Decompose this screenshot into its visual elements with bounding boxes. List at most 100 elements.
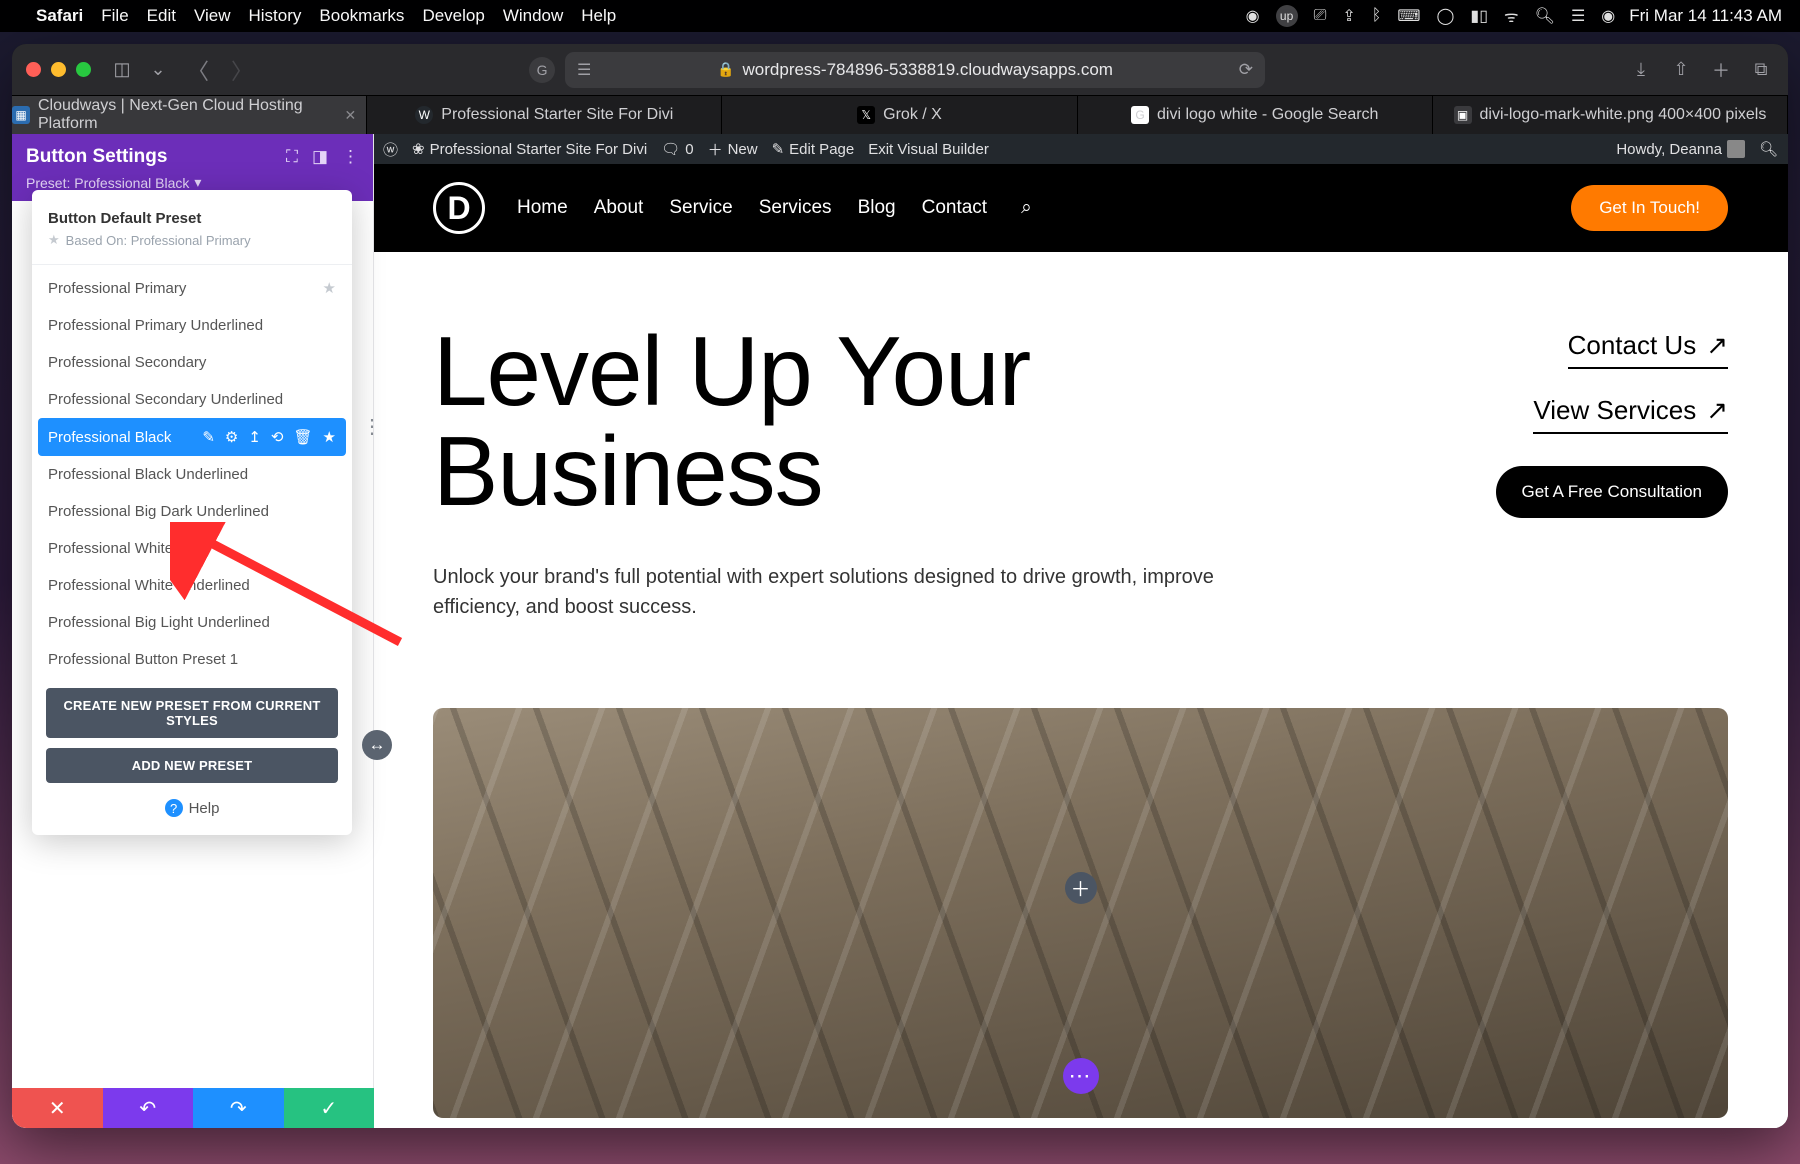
help-link[interactable]: ?Help [32, 799, 352, 817]
dock-icon[interactable]: ◨ [312, 147, 328, 167]
menu-history[interactable]: History [249, 6, 302, 26]
wp-site-name[interactable]: ❀Professional Starter Site For Divi [412, 140, 647, 158]
add-section-button[interactable]: ＋ [1065, 872, 1097, 904]
back-button[interactable]: 〈 [181, 54, 215, 86]
airdrop-icon[interactable]: ⇪ [1342, 6, 1355, 26]
menu-view[interactable]: View [194, 6, 231, 26]
edit-icon[interactable]: ✎ [202, 428, 215, 446]
ellipsis-icon[interactable]: ⋮ [362, 414, 382, 439]
upwork-icon[interactable]: up [1276, 5, 1298, 27]
nav-search-icon[interactable]: ⌕ [1021, 197, 1032, 219]
bluetooth-icon[interactable]: ᛒ [1372, 7, 1382, 25]
tab-group-chevron-icon[interactable]: ⌄ [145, 57, 171, 83]
preset-row[interactable]: Professional Black Underlined [32, 456, 352, 493]
forward-button[interactable]: 〉 [225, 54, 259, 86]
window-zoom-button[interactable] [76, 62, 91, 77]
tab-starter-site[interactable]: W Professional Starter Site For Divi [367, 96, 722, 134]
tab-google-search[interactable]: G divi logo white - Google Search [1078, 96, 1433, 134]
add-preset-button[interactable]: ADD NEW PRESET [46, 748, 338, 783]
preset-row[interactable]: Professional Secondary [32, 344, 352, 381]
star-fill-icon[interactable]: ★ [323, 428, 336, 446]
nav-service[interactable]: Service [669, 197, 732, 219]
battery-icon[interactable]: ▮▯ [1470, 6, 1488, 26]
nav-blog[interactable]: Blog [858, 197, 896, 219]
wp-edit-page[interactable]: ✎Edit Page [772, 140, 855, 158]
nav-about[interactable]: About [594, 197, 644, 219]
trash-icon[interactable]: 🗑 [294, 428, 313, 446]
spotlight-icon[interactable]: 🔍︎ [1535, 6, 1555, 26]
more-icon[interactable]: ⋮ [342, 147, 359, 167]
nav-services[interactable]: Services [759, 197, 832, 219]
address-bar[interactable]: ☰ 🔒 wordpress-784896-5338819.cloudwaysap… [565, 52, 1265, 88]
wp-exit-vb[interactable]: Exit Visual Builder [868, 141, 989, 158]
downloads-icon[interactable]: ⤓ [1628, 57, 1654, 83]
extension-grammarly-icon[interactable]: G [529, 57, 555, 83]
gear-icon[interactable]: ⚙ [225, 428, 238, 446]
preset-row[interactable]: Professional Primary Underlined [32, 307, 352, 344]
builder-more-button[interactable]: ⋯ [1063, 1058, 1099, 1094]
nav-home[interactable]: Home [517, 197, 568, 219]
menu-bookmarks[interactable]: Bookmarks [319, 6, 404, 26]
preset-row[interactable]: Professional White Underlined [32, 567, 352, 604]
focus-icon[interactable]: ⛶ [286, 147, 298, 167]
wp-comments[interactable]: 🗨0 [661, 140, 693, 158]
preset-row[interactable]: Professional Button Preset 1 [32, 641, 352, 678]
nav-contact[interactable]: Contact [922, 197, 987, 219]
flower-icon: ❀ [412, 140, 425, 158]
tab-divi-logo-png[interactable]: ▣ divi-logo-mark-white.png 400×400 pixel… [1433, 96, 1788, 134]
preset-row[interactable]: Professional White [32, 530, 352, 567]
restore-icon[interactable]: ⟲ [271, 428, 284, 446]
reader-mode-icon[interactable]: ☰ [577, 60, 591, 80]
wp-search-icon[interactable]: 🔍︎ [1759, 140, 1778, 158]
discard-button[interactable]: ✕ [12, 1088, 103, 1128]
screen-mirroring-icon[interactable]: ⎚ [1314, 7, 1327, 25]
record-status-icon[interactable]: ◉ [1246, 6, 1260, 26]
site-logo[interactable]: D [433, 182, 485, 234]
free-consultation-button[interactable]: Get A Free Consultation [1496, 466, 1729, 518]
default-preset-row[interactable]: Button Default Preset ★Based On: Profess… [32, 204, 352, 254]
wp-new[interactable]: ＋New [708, 139, 758, 160]
preset-selector[interactable]: Preset: Professional Black▾ [26, 174, 359, 191]
menu-edit[interactable]: Edit [147, 6, 176, 26]
menubar-clock[interactable]: Fri Mar 14 11:43 AM [1629, 6, 1782, 26]
tab-cloudways[interactable]: ▦ Cloudways | Next-Gen Cloud Hosting Pla… [12, 96, 367, 134]
window-minimize-button[interactable] [51, 62, 66, 77]
preset-row[interactable]: Professional Secondary Underlined [32, 381, 352, 418]
menu-file[interactable]: File [101, 6, 128, 26]
view-services-link[interactable]: View Services↗ [1533, 395, 1728, 434]
wifi-icon[interactable]: ᯤ [1504, 5, 1519, 27]
preset-row-selected[interactable]: Professional Black ✎ ⚙ ↥ ⟲ 🗑 ★ [38, 418, 346, 456]
panel-resize-handle[interactable]: ↔ [362, 730, 392, 760]
user-icon[interactable]: ◯ [1437, 6, 1455, 26]
redo-button[interactable]: ↷ [193, 1088, 284, 1128]
hero-image: ＋ ⋯ [433, 708, 1728, 1118]
save-button[interactable]: ✓ [284, 1088, 375, 1128]
undo-button[interactable]: ↶ [103, 1088, 194, 1128]
menubar-app-name[interactable]: Safari [36, 6, 83, 26]
menu-window[interactable]: Window [503, 6, 563, 26]
menu-develop[interactable]: Develop [422, 6, 484, 26]
wp-logo-icon[interactable]: ⓦ [383, 139, 398, 160]
tab-close-icon[interactable]: ✕ [344, 107, 356, 124]
control-center-icon[interactable]: ☰ [1571, 6, 1585, 26]
preset-row[interactable]: Professional Big Dark Underlined [32, 493, 352, 530]
star-icon[interactable]: ★ [323, 279, 336, 297]
create-preset-button[interactable]: CREATE NEW PRESET FROM CURRENT STYLES [46, 688, 338, 738]
preset-row[interactable]: Professional Primary★ [32, 269, 352, 307]
tab-grok[interactable]: 𝕏 Grok / X [722, 96, 1077, 134]
sidebar-toggle-icon[interactable]: ◫ [109, 57, 135, 83]
reload-icon[interactable]: ⟳ [1239, 60, 1253, 80]
preset-row[interactable]: Professional Big Light Underlined [32, 604, 352, 641]
export-icon[interactable]: ↥ [248, 428, 261, 446]
new-tab-icon[interactable]: ＋ [1708, 57, 1734, 83]
get-in-touch-button[interactable]: Get In Touch! [1571, 185, 1728, 231]
wp-howdy[interactable]: Howdy, Deanna [1616, 140, 1745, 158]
traffic-lights [26, 62, 91, 77]
keyboard-icon[interactable]: ⌨ [1397, 6, 1420, 26]
menu-help[interactable]: Help [581, 6, 616, 26]
tabs-overview-icon[interactable]: ⧉ [1748, 57, 1774, 83]
share-icon[interactable]: ⇧ [1668, 57, 1694, 83]
contact-us-link[interactable]: Contact Us↗ [1568, 330, 1728, 369]
siri-icon[interactable]: ◉ [1601, 6, 1615, 26]
window-close-button[interactable] [26, 62, 41, 77]
